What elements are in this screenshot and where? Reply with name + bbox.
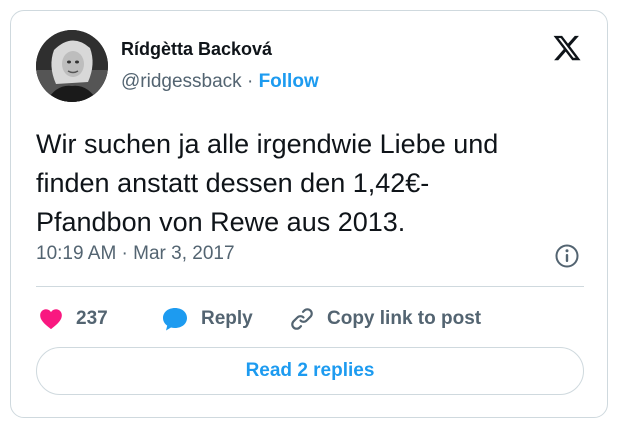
divider bbox=[36, 286, 584, 287]
like-count: 237 bbox=[76, 308, 108, 329]
read-replies-label: Read 2 replies bbox=[245, 360, 375, 381]
info-icon[interactable] bbox=[554, 243, 580, 269]
like-button[interactable]: 237 bbox=[38, 301, 108, 337]
reply-label: Reply bbox=[201, 308, 253, 329]
avatar[interactable] bbox=[36, 30, 108, 102]
separator-dot: · bbox=[241, 71, 259, 92]
tweet-text-line: Wir suchen ja alle irgendwie Liebe und bbox=[36, 129, 499, 159]
author-name[interactable]: Rídgètta Backová bbox=[121, 39, 272, 60]
link-icon bbox=[291, 308, 313, 330]
author-handle[interactable]: @ridgessback bbox=[121, 71, 242, 92]
reply-bubble-icon bbox=[163, 308, 187, 331]
tweet-timestamp[interactable]: 10:19 AM · Mar 3, 2017 bbox=[36, 243, 235, 265]
copy-link-label: Copy link to post bbox=[327, 308, 482, 329]
tweet-text: Wir suchen ja alle irgendwie Liebe und f… bbox=[36, 125, 576, 242]
heart-icon bbox=[40, 309, 62, 330]
copy-link-button[interactable]: Copy link to post bbox=[289, 301, 481, 337]
tweet-text-line: finden anstatt dessen den 1,42€- bbox=[36, 168, 430, 198]
reply-button[interactable]: Reply bbox=[161, 301, 253, 337]
follow-button[interactable]: Follow bbox=[259, 71, 319, 92]
tweet-card: Rídgètta Backová @ridgessback · Follow W… bbox=[10, 10, 608, 418]
read-replies-button[interactable]: Read 2 replies bbox=[36, 347, 584, 395]
tweet-text-line: Pfandbon von Rewe aus 2013. bbox=[36, 207, 406, 237]
author-handle-row: @ridgessback · Follow bbox=[121, 71, 319, 93]
x-logo-icon[interactable] bbox=[552, 33, 582, 63]
